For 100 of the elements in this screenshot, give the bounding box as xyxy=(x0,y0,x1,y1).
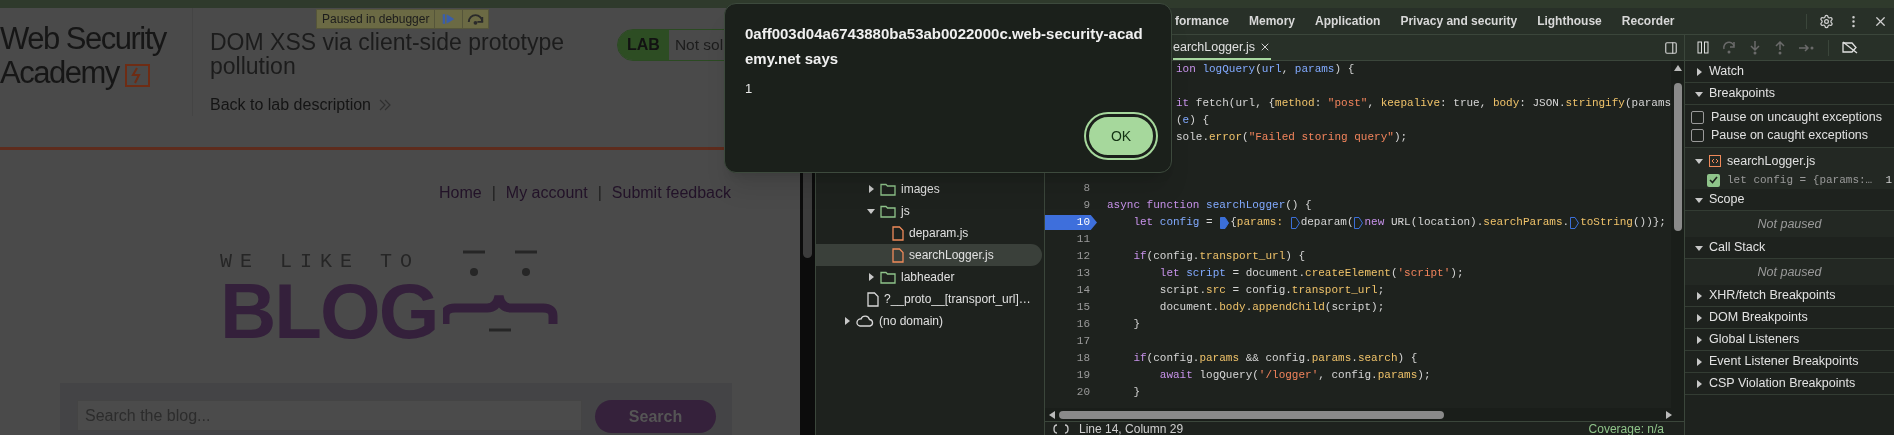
code-token: search xyxy=(1357,351,1398,367)
collapse-arrow-icon[interactable] xyxy=(1695,195,1703,204)
step-into-icon[interactable] xyxy=(1749,40,1761,55)
deactivate-breakpoints-icon[interactable] xyxy=(1842,41,1858,54)
ok-button[interactable]: OK xyxy=(1086,114,1156,158)
code-token: createElement xyxy=(1305,266,1391,282)
section-header[interactable]: Watch xyxy=(1685,61,1894,83)
cloud-icon xyxy=(856,315,874,327)
checkbox[interactable] xyxy=(1707,173,1720,187)
inline-breakpoint-icon[interactable] xyxy=(1354,216,1364,229)
code-token: } xyxy=(1132,385,1140,401)
checkmark-icon xyxy=(1709,176,1718,184)
settings-icon[interactable] xyxy=(1819,13,1834,29)
line-number[interactable]: 13 xyxy=(1045,266,1097,281)
tree-item[interactable]: images xyxy=(816,178,1042,200)
expand-arrow-icon[interactable] xyxy=(1695,313,1703,322)
line-number[interactable]: 17 xyxy=(1045,334,1097,349)
section-header[interactable]: Event Listener Breakpoints xyxy=(1685,351,1894,373)
section-header[interactable]: XHR/fetch Breakpoints xyxy=(1685,285,1894,307)
devtools-tab[interactable]: Recorder xyxy=(1611,8,1685,34)
code-token: ) { xyxy=(1334,62,1355,78)
line-number[interactable]: 15 xyxy=(1045,300,1097,315)
devtools-tab[interactable]: Application xyxy=(1305,8,1391,34)
close-icon[interactable] xyxy=(1259,41,1271,53)
collapse-arrow-icon[interactable] xyxy=(867,207,875,215)
checkbox[interactable] xyxy=(1691,110,1704,124)
checkbox[interactable] xyxy=(1691,128,1704,142)
code-token: '/logger' xyxy=(1258,368,1319,384)
tree-label: (no domain) xyxy=(879,313,944,330)
section-title: XHR/fetch Breakpoints xyxy=(1709,287,1836,305)
scrollbar-thumb[interactable] xyxy=(1059,410,1444,419)
inline-breakpoint-icon[interactable] xyxy=(1220,216,1230,229)
folder-icon xyxy=(880,270,896,284)
line-number[interactable]: 9 xyxy=(1045,198,1097,213)
pause-icon[interactable] xyxy=(1697,41,1709,54)
scrollbar-thumb[interactable] xyxy=(1673,83,1682,231)
code-token: ) { xyxy=(1397,351,1418,367)
breakpoint-file-name: searchLogger.js xyxy=(1727,152,1816,170)
code-token: , xyxy=(1367,96,1376,112)
code-token: if xyxy=(1132,249,1147,265)
line-number[interactable]: 12 xyxy=(1045,249,1097,264)
expand-arrow-icon[interactable] xyxy=(1695,291,1703,300)
line-number[interactable]: 16 xyxy=(1045,317,1097,332)
expand-arrow-icon[interactable] xyxy=(843,317,851,325)
code-token: document. xyxy=(1158,300,1220,316)
line-number[interactable]: 8 xyxy=(1045,181,1097,196)
collapse-arrow-icon[interactable] xyxy=(1695,89,1703,98)
inline-breakpoint-icon[interactable] xyxy=(1290,216,1300,229)
expand-arrow-icon[interactable] xyxy=(867,273,875,281)
tree-item[interactable]: searchLogger.js xyxy=(816,244,1042,266)
tree-item[interactable]: labheader xyxy=(816,266,1042,288)
tree-item[interactable]: ?__proto__[transport_url]… xyxy=(816,288,1042,310)
section-header[interactable]: Global Listeners xyxy=(1685,329,1894,351)
code-token: params xyxy=(1199,351,1240,367)
sidebar-toggle-icon[interactable] xyxy=(1664,41,1678,55)
pretty-print-icon[interactable] xyxy=(1053,423,1069,434)
code-token: await xyxy=(1158,368,1193,384)
expand-arrow-icon[interactable] xyxy=(1695,357,1703,366)
section-header[interactable]: Breakpoints xyxy=(1685,83,1894,105)
code-token: "Failed storing query" xyxy=(1248,130,1394,146)
line-number[interactable]: 11 xyxy=(1045,232,1097,247)
code-token: logQuery( xyxy=(1198,368,1259,384)
line-number[interactable]: 14 xyxy=(1045,283,1097,298)
code-token: . xyxy=(1245,300,1253,316)
step-out-icon[interactable] xyxy=(1774,40,1786,55)
code-token: params: xyxy=(1236,215,1285,231)
devtools-tab[interactable]: Privacy and security xyxy=(1390,8,1528,34)
step-over-icon[interactable] xyxy=(1722,41,1736,54)
code-token: ) { xyxy=(1285,249,1306,265)
empty-state: Not paused xyxy=(1757,215,1822,233)
tree-item[interactable]: js xyxy=(816,200,1042,222)
expand-arrow-icon[interactable] xyxy=(867,185,875,193)
line-number[interactable]: 18 xyxy=(1045,351,1097,366)
devtools-tab[interactable]: Memory xyxy=(1239,8,1306,34)
tree-label: deparam.js xyxy=(909,225,969,242)
line-number[interactable]: 20 xyxy=(1045,385,1097,400)
collapse-arrow-icon[interactable] xyxy=(1695,157,1703,165)
lab-label: LAB xyxy=(618,30,669,60)
code-token: transport_url xyxy=(1291,283,1378,299)
inline-breakpoint-icon[interactable] xyxy=(1570,216,1580,229)
scroll-up-icon[interactable] xyxy=(1673,65,1682,71)
vertical-scrollbar[interactable] xyxy=(1671,61,1684,408)
expand-arrow-icon[interactable] xyxy=(1695,379,1703,388)
line-number[interactable]: 19 xyxy=(1045,368,1097,383)
devtools-tab[interactable]: Lighthouse xyxy=(1527,8,1612,34)
section-header[interactable]: CSP Violation Breakpoints xyxy=(1685,373,1894,395)
step-icon[interactable] xyxy=(1799,42,1815,53)
folder-icon xyxy=(880,204,896,218)
tree-item[interactable]: (no domain) xyxy=(816,310,1042,332)
scroll-right-icon[interactable] xyxy=(1666,410,1672,419)
tree-item[interactable]: deparam.js xyxy=(816,222,1042,244)
code-token: toString xyxy=(1580,215,1633,231)
line-number[interactable]: 10 xyxy=(1045,215,1097,230)
section-header[interactable]: DOM Breakpoints xyxy=(1685,307,1894,329)
collapse-arrow-icon[interactable] xyxy=(1695,243,1703,252)
expand-arrow-icon[interactable] xyxy=(1695,67,1703,76)
section-title: CSP Violation Breakpoints xyxy=(1709,375,1856,393)
code-token: { xyxy=(1230,215,1237,231)
scroll-left-icon[interactable] xyxy=(1049,410,1055,419)
expand-arrow-icon[interactable] xyxy=(1695,335,1703,344)
